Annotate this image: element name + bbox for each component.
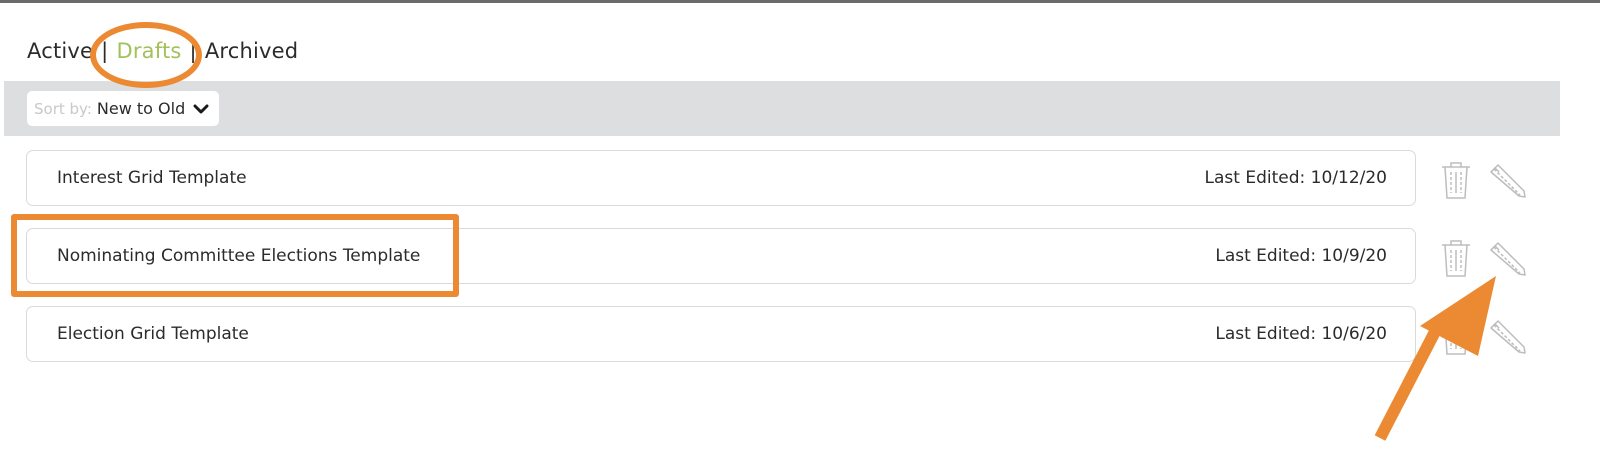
- pencil-icon[interactable]: [1488, 160, 1528, 200]
- sort-bar: Sort by: New to Old: [4, 81, 1560, 136]
- pencil-icon[interactable]: [1488, 316, 1528, 356]
- tab-archived[interactable]: Archived: [205, 39, 299, 63]
- last-edited: Last Edited: 10/9/20: [1215, 246, 1387, 266]
- tab-active[interactable]: Active: [27, 39, 93, 63]
- chevron-down-icon: [193, 104, 209, 113]
- draft-name: Interest Grid Template: [57, 168, 247, 188]
- draft-name: Election Grid Template: [57, 324, 249, 344]
- draft-row[interactable]: Interest Grid Template Last Edited: 10/1…: [26, 150, 1416, 206]
- status-tabs: Active | Drafts | Archived: [27, 36, 298, 66]
- trash-icon[interactable]: [1438, 316, 1474, 356]
- sort-dropdown[interactable]: Sort by: New to Old: [27, 91, 220, 126]
- tab-separator: |: [189, 39, 197, 63]
- draft-name: Nominating Committee Elections Template: [57, 246, 421, 266]
- trash-icon[interactable]: [1438, 160, 1474, 200]
- draft-row[interactable]: Election Grid Template Last Edited: 10/6…: [26, 306, 1416, 362]
- sort-label: Sort by:: [34, 99, 92, 118]
- last-edited: Last Edited: 10/6/20: [1215, 324, 1387, 344]
- top-border: [0, 0, 1600, 3]
- tab-separator: |: [101, 39, 109, 63]
- sort-value: New to Old: [96, 99, 186, 118]
- trash-icon[interactable]: [1438, 238, 1474, 278]
- last-edited: Last Edited: 10/12/20: [1204, 168, 1387, 188]
- draft-row[interactable]: Nominating Committee Elections Template …: [26, 228, 1416, 284]
- tab-drafts[interactable]: Drafts: [116, 39, 181, 63]
- pencil-icon[interactable]: [1488, 238, 1528, 278]
- annotation-arrow: [1374, 276, 1496, 441]
